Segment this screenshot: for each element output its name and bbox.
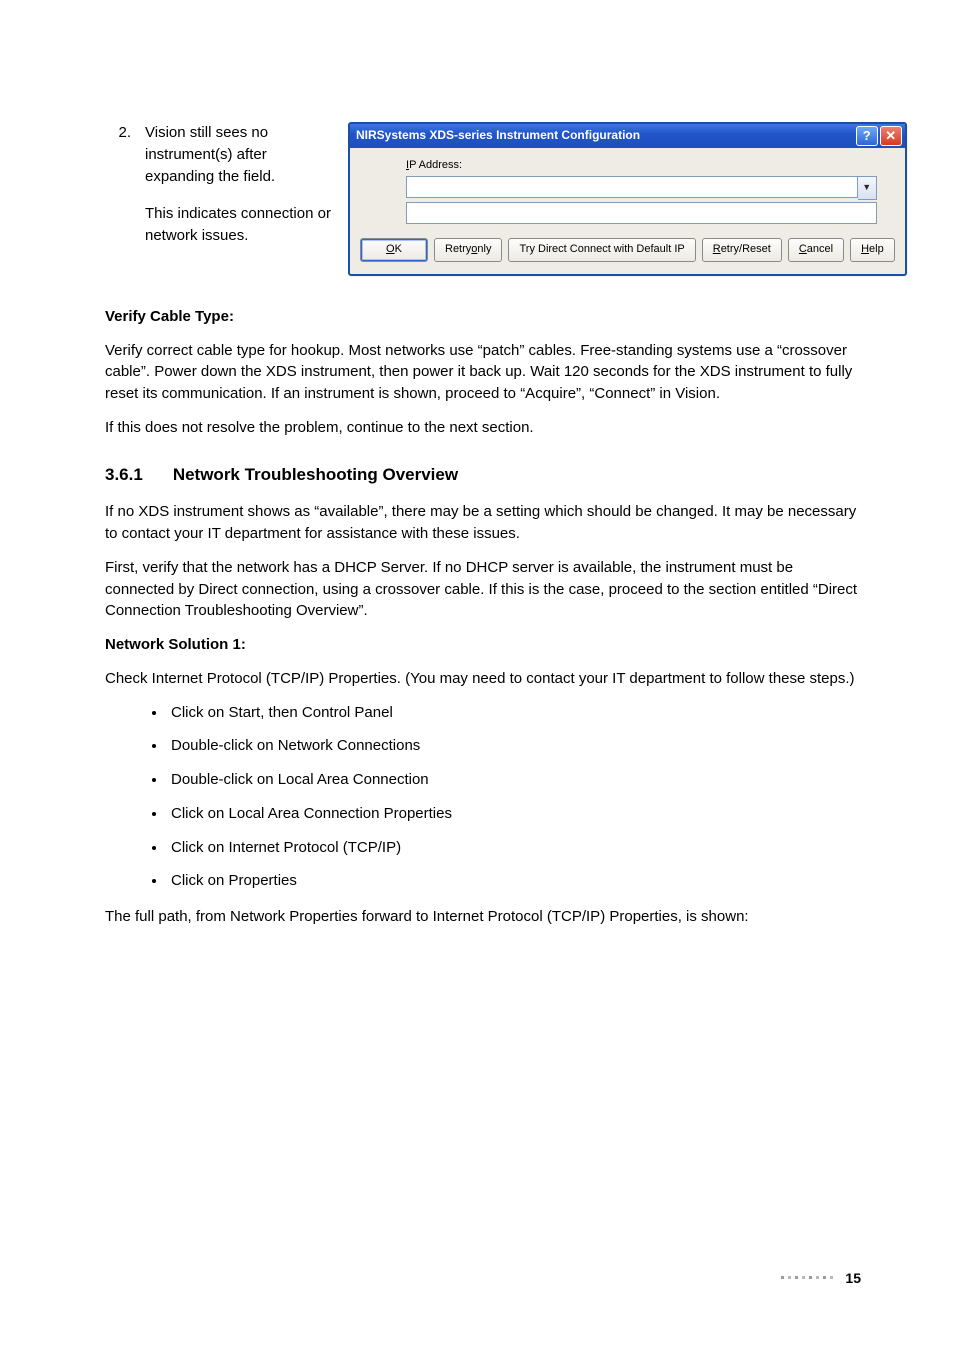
section-heading: 3.6.1 Network Troubleshooting Overview: [105, 463, 861, 488]
instrument-config-dialog: NIRSystems XDS-series Instrument Configu…: [348, 122, 907, 276]
list-item: Click on Local Area Connection Propertie…: [167, 803, 861, 825]
ip-address-combo[interactable]: [406, 176, 858, 198]
ok-button[interactable]: OK: [360, 238, 428, 262]
dialog-titlebar: NIRSystems XDS-series Instrument Configu…: [350, 124, 905, 148]
verify-cable-paragraph: Verify correct cable type for hookup. Mo…: [105, 340, 861, 405]
chevron-down-icon[interactable]: ▼: [858, 176, 877, 200]
retry-only-button[interactable]: Retry only: [434, 238, 502, 262]
network-overview-para-1: If no XDS instrument shows as “available…: [105, 501, 861, 545]
network-solution-heading: Network Solution 1:: [105, 634, 861, 656]
retry-reset-button[interactable]: Retry/Reset: [702, 238, 782, 262]
network-solution-paragraph: Check Internet Protocol (TCP/IP) Propert…: [105, 668, 861, 690]
list-para-2: This indicates connection or network iss…: [145, 203, 340, 247]
list-item: Click on Start, then Control Panel: [167, 702, 861, 724]
section-title: Network Troubleshooting Overview: [173, 463, 458, 488]
closing-paragraph: The full path, from Network Properties f…: [105, 906, 861, 928]
cancel-button[interactable]: Cancel: [788, 238, 844, 262]
page-footer: 15: [781, 1268, 861, 1288]
verify-cable-paragraph-2: If this does not resolve the problem, co…: [105, 417, 861, 439]
section-number: 3.6.1: [105, 463, 143, 488]
list-number: 2.: [105, 122, 131, 263]
ip-address-listbox[interactable]: [406, 202, 877, 224]
list-item: Click on Internet Protocol (TCP/IP): [167, 837, 861, 859]
steps-list: Click on Start, then Control Panel Doubl…: [105, 702, 861, 893]
list-item: Click on Properties: [167, 870, 861, 892]
titlebar-close-button[interactable]: ✕: [880, 126, 902, 146]
try-direct-connect-button[interactable]: Try Direct Connect with Default IP: [508, 238, 695, 262]
help-button[interactable]: Help: [850, 238, 895, 262]
network-overview-para-2: First, verify that the network has a DHC…: [105, 557, 861, 622]
titlebar-help-button[interactable]: ?: [856, 126, 878, 146]
list-para-1: Vision still sees no instrument(s) after…: [145, 122, 340, 187]
page-number: 15: [845, 1268, 861, 1288]
dialog-title: NIRSystems XDS-series Instrument Configu…: [356, 127, 640, 144]
verify-cable-heading: Verify Cable Type:: [105, 306, 861, 328]
ip-address-label: IP Address:: [406, 158, 877, 174]
list-item: Double-click on Network Connections: [167, 735, 861, 757]
footer-dots-icon: [781, 1276, 833, 1279]
list-item: Double-click on Local Area Connection: [167, 769, 861, 791]
